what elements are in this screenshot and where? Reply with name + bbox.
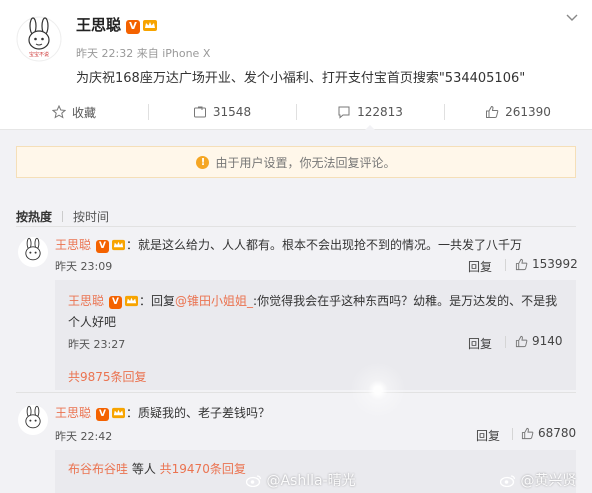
post-source: 来自 iPhone X [136, 47, 211, 60]
sub-reply-preview: 布谷布谷哇 等人 共19470条回复 [68, 460, 246, 477]
rabbit-avatar-icon: 宝宝不说 [16, 16, 62, 62]
sub-reply-like-count: 9140 [532, 334, 563, 348]
post-author-name[interactable]: 王思聪 [76, 16, 121, 34]
comment-icon [338, 106, 350, 119]
warning-icon: ! [196, 155, 210, 169]
repost-button[interactable]: 31548 [148, 95, 296, 129]
post-meta: 昨天 22:32 来自 iPhone X [76, 45, 210, 61]
more-replies-link[interactable]: 共19470条回复 [160, 462, 246, 476]
post-avatar[interactable]: 宝宝不说 [16, 16, 62, 62]
watermark-left: @Ashlla-晴光 [245, 470, 356, 490]
sub-reply-time: 昨天 23:27 [68, 338, 126, 351]
notice-text: 由于用户设置，你无法回复评论。 [215, 155, 396, 170]
thumbs-up-icon [515, 258, 528, 270]
sub-reply-reply-button[interactable]: 回复 [468, 335, 492, 352]
comment-like-count: 68780 [538, 426, 577, 440]
favorite-button[interactable]: 收藏 [0, 95, 148, 129]
verified-badge-icon: V [96, 408, 110, 421]
post-time[interactable]: 昨天 22:32 [76, 47, 133, 60]
vip-crown-icon [143, 20, 158, 31]
comment-like-button[interactable]: 68780 [521, 426, 576, 440]
divider [16, 226, 576, 227]
comment-button[interactable]: 122813 [296, 95, 444, 130]
mention-link[interactable]: @锥田小姐姐_ [175, 294, 253, 308]
post-text: 为庆祝168座万达广场开业、发个小福利、打开支付宝首页搜索"534405106" [76, 71, 526, 86]
tab-sort-hot[interactable]: 按热度 [16, 208, 52, 225]
vip-crown-icon [112, 407, 126, 419]
divider [512, 428, 513, 440]
comment-text: ：就是这么给力、人人都有。根本不会出现抢不到的情况。一共发了八千万 [126, 238, 523, 252]
more-replies-link[interactable]: 共9875条回复 [68, 368, 147, 385]
comment-time: 昨天 23:09 [55, 260, 113, 273]
like-button[interactable]: 261390 [444, 95, 592, 129]
sub-reply-prefix: ：回复 [139, 294, 176, 308]
weibo-logo-icon [499, 475, 516, 488]
post-action-bar: 收藏 31548 122813 261390 [0, 95, 592, 130]
vip-crown-icon [125, 295, 139, 307]
reply-button[interactable]: 回复 [468, 258, 492, 275]
comment-count: 122813 [357, 105, 403, 119]
sub-reply-text-cont: 个人好吧 [68, 315, 117, 329]
tab-divider [62, 211, 64, 222]
rabbit-avatar-icon [25, 405, 41, 429]
rabbit-avatar-icon [25, 237, 41, 261]
sub-reply-body: 王思聪 V ：回复@锥田小姐姐_:你觉得我会在乎这种东西吗？幼稚。是万达发的、不是我… [68, 291, 568, 333]
comment-time: 昨天 22:42 [55, 430, 113, 443]
sub-reply-like-button[interactable]: 9140 [515, 334, 563, 348]
weibo-post: 宝宝不说 王思聪 V 昨天 22:32 来自 iPhone X 为庆祝168座万达… [0, 0, 592, 96]
watermark-left-text: @Ashlla-晴光 [266, 473, 356, 489]
divider [505, 336, 506, 348]
verified-badge-icon: V [96, 240, 110, 253]
watermark-right-text: @黄兴贤 [520, 473, 577, 489]
divider [16, 392, 576, 393]
star-icon [51, 105, 66, 119]
vip-crown-icon [112, 239, 126, 251]
verified-badge-icon: V [109, 296, 123, 309]
comment-author[interactable]: 王思聪 [55, 238, 91, 252]
post-author[interactable]: 王思聪 V [76, 14, 158, 35]
sub-reply-text: :你觉得我会在乎这种东西吗？幼稚。是万达发的、不是我 [253, 294, 558, 308]
comment-avatar[interactable] [18, 237, 48, 267]
favorite-label: 收藏 [71, 105, 96, 120]
divider [505, 259, 506, 271]
chevron-down-icon[interactable] [566, 14, 578, 22]
comment-body: 王思聪 V ：就是这么给力、人人都有。根本不会出现抢不到的情况。一共发了八千万 [55, 236, 522, 253]
reply-disabled-notice: ! 由于用户设置，你无法回复评论。 [16, 146, 576, 178]
repost-count: 31548 [212, 105, 252, 119]
tab-sort-time[interactable]: 按时间 [73, 208, 109, 225]
reply-middle-text: 等人 [128, 462, 160, 476]
thumbs-up-icon [515, 335, 528, 347]
comment-text: ：质疑我的、老子差钱吗？ [126, 406, 271, 420]
sub-reply-author[interactable]: 王思聪 [68, 294, 104, 308]
watermark-right: @黄兴贤 [499, 470, 577, 490]
thumbs-up-icon [521, 427, 534, 439]
like-count: 261390 [505, 105, 551, 119]
weibo-logo-icon [245, 475, 262, 488]
comment-avatar[interactable] [18, 405, 48, 435]
thumbs-up-icon [486, 105, 499, 118]
repost-icon [193, 106, 206, 118]
comment-sort-tabs: 按热度 按时间 [16, 208, 109, 225]
reply-user-names[interactable]: 布谷布谷哇 [68, 462, 128, 476]
comment-body: 王思聪 V ：质疑我的、老子差钱吗？ [55, 404, 270, 421]
comment-author[interactable]: 王思聪 [55, 406, 91, 420]
reply-button[interactable]: 回复 [476, 427, 500, 444]
comment-like-count: 153992 [532, 257, 578, 271]
comment-like-button[interactable]: 153992 [515, 257, 578, 271]
svg-text:宝宝不说: 宝宝不说 [29, 51, 49, 58]
verified-badge-icon: V [126, 20, 141, 34]
